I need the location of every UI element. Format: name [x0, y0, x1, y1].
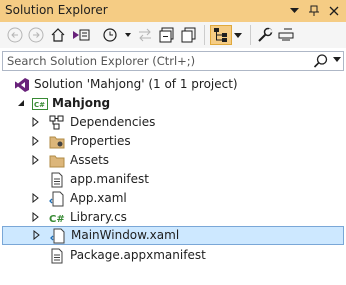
tree-item-label: Dependencies [70, 115, 156, 129]
manifest-file-icon [51, 248, 63, 264]
show-all-files-button[interactable] [180, 25, 198, 45]
search-input[interactable] [3, 52, 317, 70]
show-all-files-icon [181, 27, 196, 43]
svg-text:C#: C# [34, 101, 45, 109]
tree-item-app-manifest[interactable]: app.manifest [0, 170, 346, 189]
sync-arrows-icon [139, 28, 151, 42]
search-box [2, 51, 344, 71]
track-active-item-button[interactable] [210, 25, 232, 45]
solution-label: Solution 'Mahjong' (1 of 1 project) [34, 77, 238, 91]
tree-solution-row[interactable]: Solution 'Mahjong' (1 of 1 project) [0, 75, 346, 94]
chevron-down-icon [289, 7, 299, 13]
pending-changes-filter-button[interactable] [100, 25, 134, 45]
toolbar-separator [204, 25, 205, 45]
dependencies-icon [49, 115, 64, 130]
tree-item-label: MainWindow.xaml [71, 228, 180, 242]
collapse-all-icon [159, 27, 174, 43]
back-button[interactable] [6, 25, 24, 45]
close-icon [329, 6, 339, 15]
tree-item-mainwindow-xaml[interactable]: MainWindow.xaml [2, 226, 344, 245]
csharp-file-icon: C# [49, 214, 65, 225]
switch-views-button[interactable] [70, 25, 92, 45]
hierarchy-icon [214, 28, 227, 42]
tree-item-dependencies[interactable]: Dependencies [0, 113, 346, 132]
search-button[interactable] [313, 53, 329, 69]
tree-item-label: Properties [70, 134, 131, 148]
collapsed-chevron-icon [33, 230, 40, 240]
toolbar [0, 22, 346, 48]
properties-button[interactable] [256, 25, 274, 45]
pin-icon [309, 5, 319, 16]
visual-studio-solution-icon [15, 78, 29, 92]
forward-button[interactable] [27, 25, 45, 45]
switch-views-icon [73, 29, 90, 41]
xaml-file-icon [50, 228, 65, 244]
track-active-dropdown[interactable] [233, 25, 243, 45]
collapsed-chevron-icon [32, 117, 39, 127]
pin-button[interactable] [306, 2, 322, 19]
tree-item-assets[interactable]: Assets [0, 151, 346, 170]
project-label: Mahjong [52, 96, 111, 110]
folder-icon [49, 155, 65, 168]
tree-item-package-appxmanifest[interactable]: Package.appxmanifest [0, 246, 346, 265]
collapse-all-button[interactable] [158, 25, 176, 45]
tree-item-label: Package.appxmanifest [70, 248, 206, 262]
tree-project-row[interactable]: C# Mahjong [0, 94, 346, 113]
tree-item-properties[interactable]: Properties [0, 132, 346, 151]
close-button[interactable] [326, 2, 342, 19]
properties-folder-icon [49, 136, 65, 149]
manifest-file-icon [51, 172, 63, 188]
expanded-chevron-icon [18, 100, 24, 106]
chevron-down-icon [333, 57, 341, 62]
csharp-project-icon: C# [32, 98, 48, 110]
tree-item-label: Library.cs [70, 210, 127, 224]
svg-text:C#: C# [49, 214, 65, 225]
preview-icon [278, 28, 294, 41]
search-options-dropdown[interactable] [333, 55, 341, 64]
back-arrow-icon [7, 27, 23, 43]
tree-item-app-xaml[interactable]: App.xaml [0, 189, 346, 208]
search-icon [313, 54, 328, 68]
collapsed-chevron-icon [32, 193, 39, 203]
tree-item-library-cs[interactable]: C# Library.cs [0, 208, 346, 227]
chevron-down-icon [234, 32, 242, 38]
xaml-file-icon [49, 191, 64, 207]
tree-item-label: App.xaml [70, 191, 127, 205]
home-icon [51, 28, 65, 42]
wrench-icon [258, 27, 273, 42]
collapsed-chevron-icon [32, 136, 39, 146]
window-title: Solution Explorer [5, 3, 108, 17]
tree-item-label: Assets [70, 153, 110, 167]
toolbar-separator [250, 25, 251, 45]
preview-selected-items-button[interactable] [277, 25, 295, 45]
forward-arrow-icon [28, 27, 44, 43]
clock-filter-icon [103, 28, 131, 42]
sync-button[interactable] [136, 25, 154, 45]
collapsed-chevron-icon [32, 212, 39, 222]
title-bar: Solution Explorer [0, 0, 346, 22]
home-button[interactable] [49, 25, 67, 45]
tree-item-label: app.manifest [70, 172, 149, 186]
window-dropdown-button[interactable] [286, 2, 302, 19]
collapsed-chevron-icon [32, 155, 39, 165]
